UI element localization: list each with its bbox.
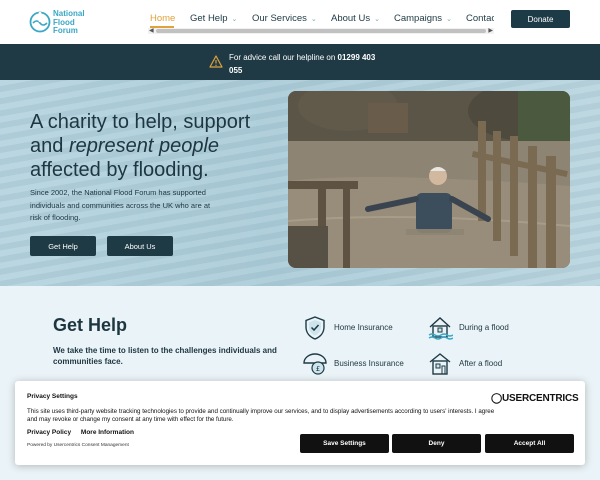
deny-button[interactable]: Deny bbox=[392, 434, 481, 453]
nav-campaigns[interactable]: Campaigns ⌄ bbox=[394, 13, 452, 24]
nav-home[interactable]: Home bbox=[150, 13, 175, 24]
main-nav: Home Get Help ⌄ Our Services ⌄ About Us ⌄ C… bbox=[150, 13, 494, 25]
more-information-link[interactable]: More Information bbox=[81, 429, 134, 436]
get-help-button[interactable]: Get Help bbox=[30, 236, 96, 256]
chevron-down-icon: ⌄ bbox=[231, 16, 238, 23]
privacy-policy-link[interactable]: Privacy Policy bbox=[27, 429, 71, 436]
help-item-label: Home Insurance bbox=[334, 323, 393, 332]
shield-check-icon bbox=[305, 316, 325, 340]
site-logo[interactable]: National Flood Forum bbox=[29, 8, 91, 36]
house-repair-icon bbox=[429, 353, 451, 375]
nav-scrollbar[interactable]: ◀ ▶ bbox=[148, 28, 494, 34]
about-us-button[interactable]: About Us bbox=[107, 236, 173, 256]
chevron-down-icon: ⌄ bbox=[310, 16, 317, 23]
consent-links: Privacy Policy More Information bbox=[27, 429, 142, 436]
logo-text: National Flood Forum bbox=[53, 9, 85, 36]
nav-label: Get Help bbox=[190, 13, 228, 24]
helpline-label: For advice call our helpline on bbox=[229, 53, 338, 62]
nav-label: Contac bbox=[466, 13, 494, 24]
hero-title: A charity to help, support and represent… bbox=[30, 110, 290, 182]
cookie-consent-banner: Privacy Settings ◯USERCENTRICS This site… bbox=[15, 381, 585, 465]
nav-get-help[interactable]: Get Help ⌄ bbox=[190, 13, 237, 24]
logo-line: Forum bbox=[53, 26, 78, 35]
usercentrics-brand: USERCENTRICS bbox=[502, 393, 579, 404]
warning-icon bbox=[209, 55, 223, 68]
help-item-label: Business Insurance bbox=[334, 359, 404, 368]
donate-button[interactable]: Donate bbox=[511, 10, 570, 28]
help-item-label: During a flood bbox=[459, 323, 509, 332]
consent-body: This site uses third-party website track… bbox=[27, 408, 495, 423]
powered-by-text: Powered by Usercentrics Consent Manageme… bbox=[27, 443, 129, 448]
hero-title-emphasis: represent people bbox=[68, 135, 220, 157]
consent-title: Privacy Settings bbox=[27, 393, 78, 400]
hero-flood-photo bbox=[288, 91, 570, 268]
helpline-text: For advice call our helpline on 01299 40… bbox=[229, 51, 389, 77]
accept-all-button[interactable]: Accept All bbox=[485, 434, 574, 453]
umbrella-pound-icon: £ bbox=[303, 353, 327, 375]
hero-section: A charity to help, support and represent… bbox=[0, 80, 600, 286]
chevron-down-icon: ⌄ bbox=[374, 16, 380, 23]
help-item-label: After a flood bbox=[459, 359, 503, 368]
svg-text:£: £ bbox=[316, 365, 320, 373]
nav-label: Home bbox=[150, 13, 176, 24]
logo-mark-icon bbox=[29, 11, 51, 33]
nav-label: Our Services bbox=[252, 13, 307, 24]
get-help-title: Get Help bbox=[53, 315, 128, 335]
usercentrics-logo: ◯USERCENTRICS bbox=[491, 393, 579, 404]
save-settings-button[interactable]: Save Settings bbox=[300, 434, 389, 453]
nav-contact[interactable]: Contac bbox=[466, 13, 494, 24]
hero-description: Since 2002, the National Flood Forum has… bbox=[30, 188, 211, 222]
site-header: National Flood Forum Home Get Help ⌄ Our … bbox=[0, 0, 600, 44]
get-help-subtitle: We take the time to listen to the challe… bbox=[53, 346, 277, 366]
chevron-down-icon: ⌄ bbox=[446, 16, 452, 23]
hero-title-line: A charity to help, support bbox=[30, 111, 251, 133]
usercentrics-logo-mark-icon: ◯ bbox=[491, 393, 502, 404]
scroll-left-arrow-icon[interactable]: ◀ bbox=[149, 27, 154, 34]
scroll-right-arrow-icon[interactable]: ▶ bbox=[488, 27, 493, 34]
hero-title-line: affected by flooding. bbox=[30, 159, 209, 181]
hero-title-line: and bbox=[30, 135, 69, 157]
nav-our-services[interactable]: Our Services ⌄ bbox=[252, 13, 317, 24]
nav-about-us[interactable]: About Us ⌄ bbox=[331, 13, 380, 24]
nav-label: About Us bbox=[331, 13, 371, 24]
flooded-house-icon bbox=[428, 317, 453, 340]
scrollbar-thumb[interactable] bbox=[156, 29, 486, 33]
nav-label: Campaigns bbox=[394, 13, 443, 24]
helpline-bar: For advice call our helpline on 01299 40… bbox=[0, 44, 600, 80]
